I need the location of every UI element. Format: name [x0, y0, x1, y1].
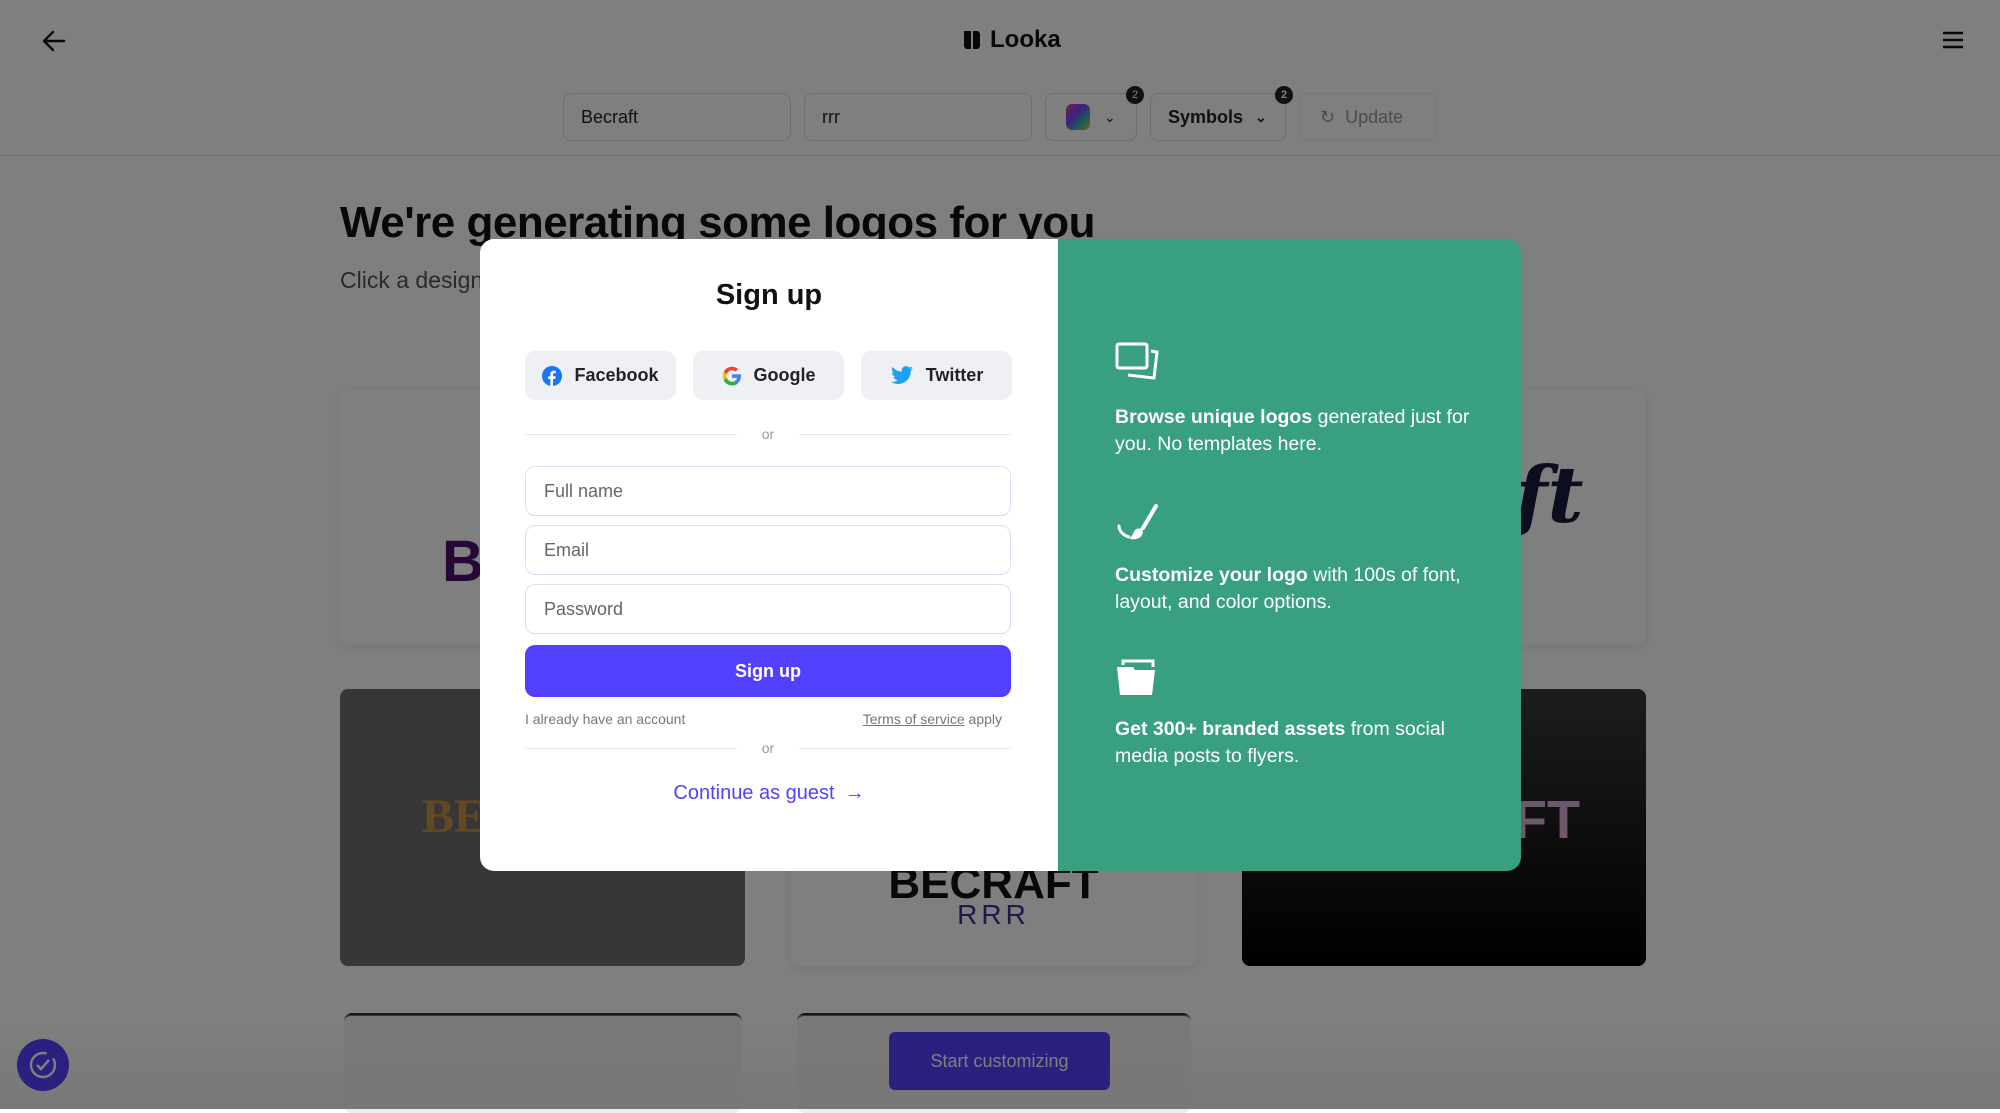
password-input[interactable]: Password	[525, 584, 1011, 634]
modal-title: Sign up	[715, 279, 823, 311]
google-label: Google	[753, 365, 816, 385]
twitter-label: Twitter	[925, 365, 984, 385]
paintbrush-icon	[1117, 504, 1158, 540]
google-button[interactable]: Google	[693, 351, 844, 400]
feature-customize: Customize your logo with 100s of font, l…	[1115, 562, 1495, 616]
facebook-label: Facebook	[574, 365, 659, 385]
terms-suffix: apply	[964, 711, 1002, 727]
or-text: or	[761, 740, 775, 756]
signup-submit-button[interactable]: Sign up	[525, 645, 1011, 697]
or-divider: or	[525, 740, 1011, 756]
terms-text: Terms of service apply	[863, 711, 1002, 727]
features-panel: Browse unique logos generated just for y…	[1058, 239, 1521, 871]
email-input[interactable]: Email	[525, 525, 1011, 575]
or-text: or	[761, 426, 775, 442]
twitter-button[interactable]: Twitter	[861, 351, 1012, 400]
arrow-right-icon: →	[844, 782, 865, 804]
facebook-icon	[542, 365, 563, 386]
full-name-input[interactable]: Full name	[525, 466, 1011, 516]
feature-bold: Customize your logo	[1115, 564, 1308, 586]
signup-modal: Sign up Facebook Google Twitter or Full …	[480, 239, 1521, 871]
feature-bold: Browse unique logos	[1115, 406, 1313, 428]
terms-link[interactable]: Terms of service	[863, 711, 965, 727]
facebook-button[interactable]: Facebook	[525, 351, 676, 400]
google-icon	[722, 366, 741, 385]
feature-bold: Get 300+ branded assets	[1115, 718, 1346, 740]
folder-icon	[1117, 659, 1155, 695]
feature-assets: Get 300+ branded assets from social medi…	[1115, 716, 1495, 770]
continue-as-guest-link[interactable]: Continue as guest →	[480, 782, 1058, 805]
login-link[interactable]: I already have an account	[525, 711, 685, 727]
signup-form-panel: Sign up Facebook Google Twitter or Full …	[480, 239, 1058, 871]
or-divider: or	[525, 426, 1011, 442]
guest-label: Continue as guest	[673, 782, 835, 804]
images-icon	[1115, 342, 1159, 380]
twitter-icon	[890, 365, 913, 384]
feature-browse: Browse unique logos generated just for y…	[1115, 404, 1495, 458]
